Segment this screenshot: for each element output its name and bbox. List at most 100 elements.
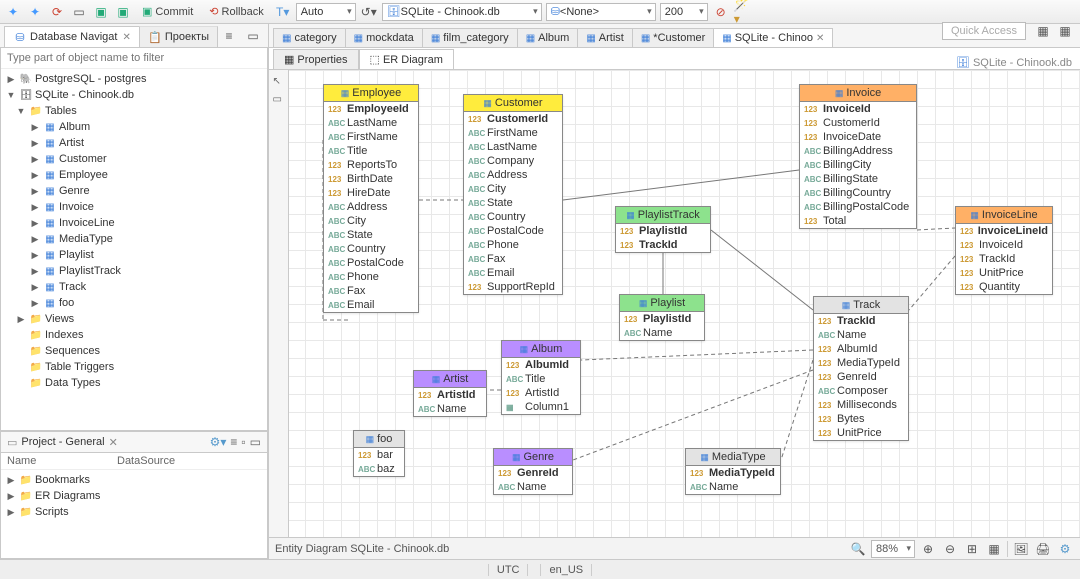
status-timezone: UTC (488, 564, 529, 576)
entity-foo[interactable]: ▦foo123barABCbaz (353, 430, 405, 477)
project-item-scripts[interactable]: ▶📁Scripts (1, 504, 267, 520)
editor-tab-artist[interactable]: ▦Artist (577, 28, 633, 47)
new-sql-icon[interactable]: ✦ (4, 3, 22, 21)
print-icon[interactable]: 🖨 (1034, 540, 1052, 558)
entity-mediatype[interactable]: ▦MediaType123MediaTypeIdABCName (685, 448, 781, 495)
view-list-icon[interactable]: ≡ (230, 435, 237, 449)
tree-item-customer[interactable]: ▶▦Customer (1, 151, 267, 167)
layout-icon[interactable]: ⊞ (963, 540, 981, 558)
disconnect-icon[interactable]: ⊘ (712, 3, 730, 21)
tree-item-playlist[interactable]: ▶▦Playlist (1, 247, 267, 263)
quick-access-input[interactable]: Quick Access (942, 22, 1026, 40)
zoom-out-icon[interactable]: ⊖ (941, 540, 959, 558)
tree-item-views[interactable]: ▶📁Views (1, 311, 267, 327)
entity-playlisttrack[interactable]: ▦PlaylistTrack123PlaylistId123TrackId (615, 206, 711, 253)
diagram-title: Entity Diagram SQLite - Chinook.db (275, 543, 449, 555)
new-script-icon[interactable]: ✦ (26, 3, 44, 21)
minimize-view-icon[interactable]: ▭ (244, 27, 262, 45)
sub-tabs: ▦Properties ⬚ER Diagram 🗄SQLite - Chinoo… (269, 48, 1080, 70)
editor-tab-category[interactable]: ▦category (273, 28, 346, 47)
subtab-properties[interactable]: ▦Properties (273, 49, 359, 69)
entity-track[interactable]: ▦Track123TrackIdABCName123AlbumId123Medi… (813, 296, 909, 441)
entity-album[interactable]: ▦Album123AlbumIdABCTitle123ArtistId▦Colu… (501, 340, 581, 415)
tree-item-playlisttrack[interactable]: ▶▦PlaylistTrack (1, 263, 267, 279)
open-icon[interactable]: ▭ (70, 3, 88, 21)
main-toolbar: ✦ ✦ ⟳ ▭ ▣ ▣ ▣Commit ⟲Rollback T▾ Auto ↺▾… (0, 0, 1080, 24)
entity-artist[interactable]: ▦Artist123ArtistIdABCName (413, 370, 487, 417)
rollback-button[interactable]: ⟲Rollback (203, 3, 269, 21)
editor-tab-mockdata[interactable]: ▦mockdata (345, 28, 423, 47)
datasource-combo[interactable]: 🗄 SQLite - Chinook.db (382, 3, 542, 21)
status-locale: en_US (540, 564, 592, 576)
tree-item-invoiceline[interactable]: ▶▦InvoiceLine (1, 215, 267, 231)
perspective-open-icon[interactable]: ▦ (1056, 22, 1074, 40)
close-icon[interactable]: ✕ (816, 33, 824, 44)
add-icon[interactable]: ▫ (241, 435, 245, 449)
close-icon[interactable]: ✕ (109, 436, 118, 449)
tree-item-mediatype[interactable]: ▶▦MediaType (1, 231, 267, 247)
link-editor-icon[interactable]: ≡ (220, 27, 238, 45)
diagram-statusbar: Entity Diagram SQLite - Chinook.db 🔍 88%… (269, 537, 1080, 559)
entity-invoiceline[interactable]: ▦InvoiceLine123InvoiceLineId123InvoiceId… (955, 206, 1053, 295)
close-icon[interactable]: ✕ (122, 32, 130, 43)
db-add-icon[interactable]: ▣ (92, 3, 110, 21)
diagram-palette: ↖ ▭ (269, 70, 289, 537)
grid-icon[interactable]: ▦ (985, 540, 1003, 558)
tree-item-employee[interactable]: ▶▦Employee (1, 167, 267, 183)
tree-item-sequences[interactable]: 📁Sequences (1, 343, 267, 359)
project-col-datasource: DataSource (117, 455, 175, 467)
refresh-icon[interactable]: ⟳ (48, 3, 66, 21)
history-icon[interactable]: ↺▾ (360, 3, 378, 21)
er-diagram-canvas[interactable]: ↖ ▭ ▦Employee123EmployeeIdABCLastNameABC… (269, 70, 1080, 537)
transaction-mode-combo[interactable]: Auto (296, 3, 356, 21)
gear-icon[interactable]: ⚙▾ (210, 435, 227, 449)
project-title: Project - General (21, 436, 104, 448)
tree-item-track[interactable]: ▶▦Track (1, 279, 267, 295)
tree-item-foo[interactable]: ▶▦foo (1, 295, 267, 311)
tab-database-navigator[interactable]: ⛁Database Navigat✕ (4, 26, 140, 47)
commit-button[interactable]: ▣Commit (136, 3, 199, 21)
export-icon[interactable]: 🖼 (1012, 540, 1030, 558)
db-connect-icon[interactable]: ▣ (114, 3, 132, 21)
editor-tab-sqlite-chinoo[interactable]: ▦SQLite - Chinoo✕ (713, 28, 833, 47)
wand-icon[interactable]: 🪄▾ (734, 3, 752, 21)
tree-item-data-types[interactable]: 📁Data Types (1, 375, 267, 391)
editor-tab-album[interactable]: ▦Album (517, 28, 579, 47)
entity-customer[interactable]: ▦Customer123CustomerIdABCFirstNameABCLas… (463, 94, 563, 295)
tree-item-sqlite-chinook-db[interactable]: ▼🗄SQLite - Chinook.db (1, 87, 267, 103)
editor-tab-film_category[interactable]: ▦film_category (422, 28, 518, 47)
tree-item-artist[interactable]: ▶▦Artist (1, 135, 267, 151)
txn-icon[interactable]: T▾ (274, 3, 292, 21)
navigator-filter-input[interactable] (1, 48, 267, 69)
pointer-icon[interactable]: ↖ (273, 76, 285, 88)
navigator-body: ▶🐘PostgreSQL - postgres▼🗄SQLite - Chinoo… (0, 48, 268, 431)
app-statusbar: UTC en_US (0, 559, 1080, 579)
project-col-name: Name (7, 455, 117, 467)
perspective-icon[interactable]: ▦ (1034, 22, 1052, 40)
tree-item-postgresql-postgres[interactable]: ▶🐘PostgreSQL - postgres (1, 71, 267, 87)
row-limit-input[interactable]: 200 (660, 3, 708, 21)
tree-item-invoice[interactable]: ▶▦Invoice (1, 199, 267, 215)
note-icon[interactable]: ▭ (273, 94, 285, 106)
project-item-bookmarks[interactable]: ▶📁Bookmarks (1, 472, 267, 488)
zoom-combo[interactable]: 88% (871, 540, 915, 558)
schema-combo[interactable]: ⛁ <None> (546, 3, 656, 21)
zoom-in-icon[interactable]: ⊕ (919, 540, 937, 558)
navigator-tabs: ⛁Database Navigat✕ 📋Проекты ≡ ▭ (0, 24, 268, 48)
entity-invoice[interactable]: ▦Invoice123InvoiceId123CustomerId123Invo… (799, 84, 917, 229)
editor-tab--customer[interactable]: ▦*Customer (632, 28, 714, 47)
minimize-icon[interactable]: ▭ (250, 435, 261, 449)
subtab-er-diagram[interactable]: ⬚ER Diagram (359, 49, 454, 69)
tree-item-indexes[interactable]: 📁Indexes (1, 327, 267, 343)
tree-item-tables[interactable]: ▼📁Tables (1, 103, 267, 119)
search-icon[interactable]: 🔍 (849, 540, 867, 558)
tree-item-table-triggers[interactable]: 📁Table Triggers (1, 359, 267, 375)
entity-playlist[interactable]: ▦Playlist123PlaylistIdABCName (619, 294, 705, 341)
entity-genre[interactable]: ▦Genre123GenreIdABCName (493, 448, 573, 495)
tree-item-genre[interactable]: ▶▦Genre (1, 183, 267, 199)
project-item-er-diagrams[interactable]: ▶📁ER Diagrams (1, 488, 267, 504)
tree-item-album[interactable]: ▶▦Album (1, 119, 267, 135)
entity-employee[interactable]: ▦Employee123EmployeeIdABCLastNameABCFirs… (323, 84, 419, 313)
tab-projects[interactable]: 📋Проекты (139, 26, 218, 47)
settings-icon[interactable]: ⚙ (1056, 540, 1074, 558)
